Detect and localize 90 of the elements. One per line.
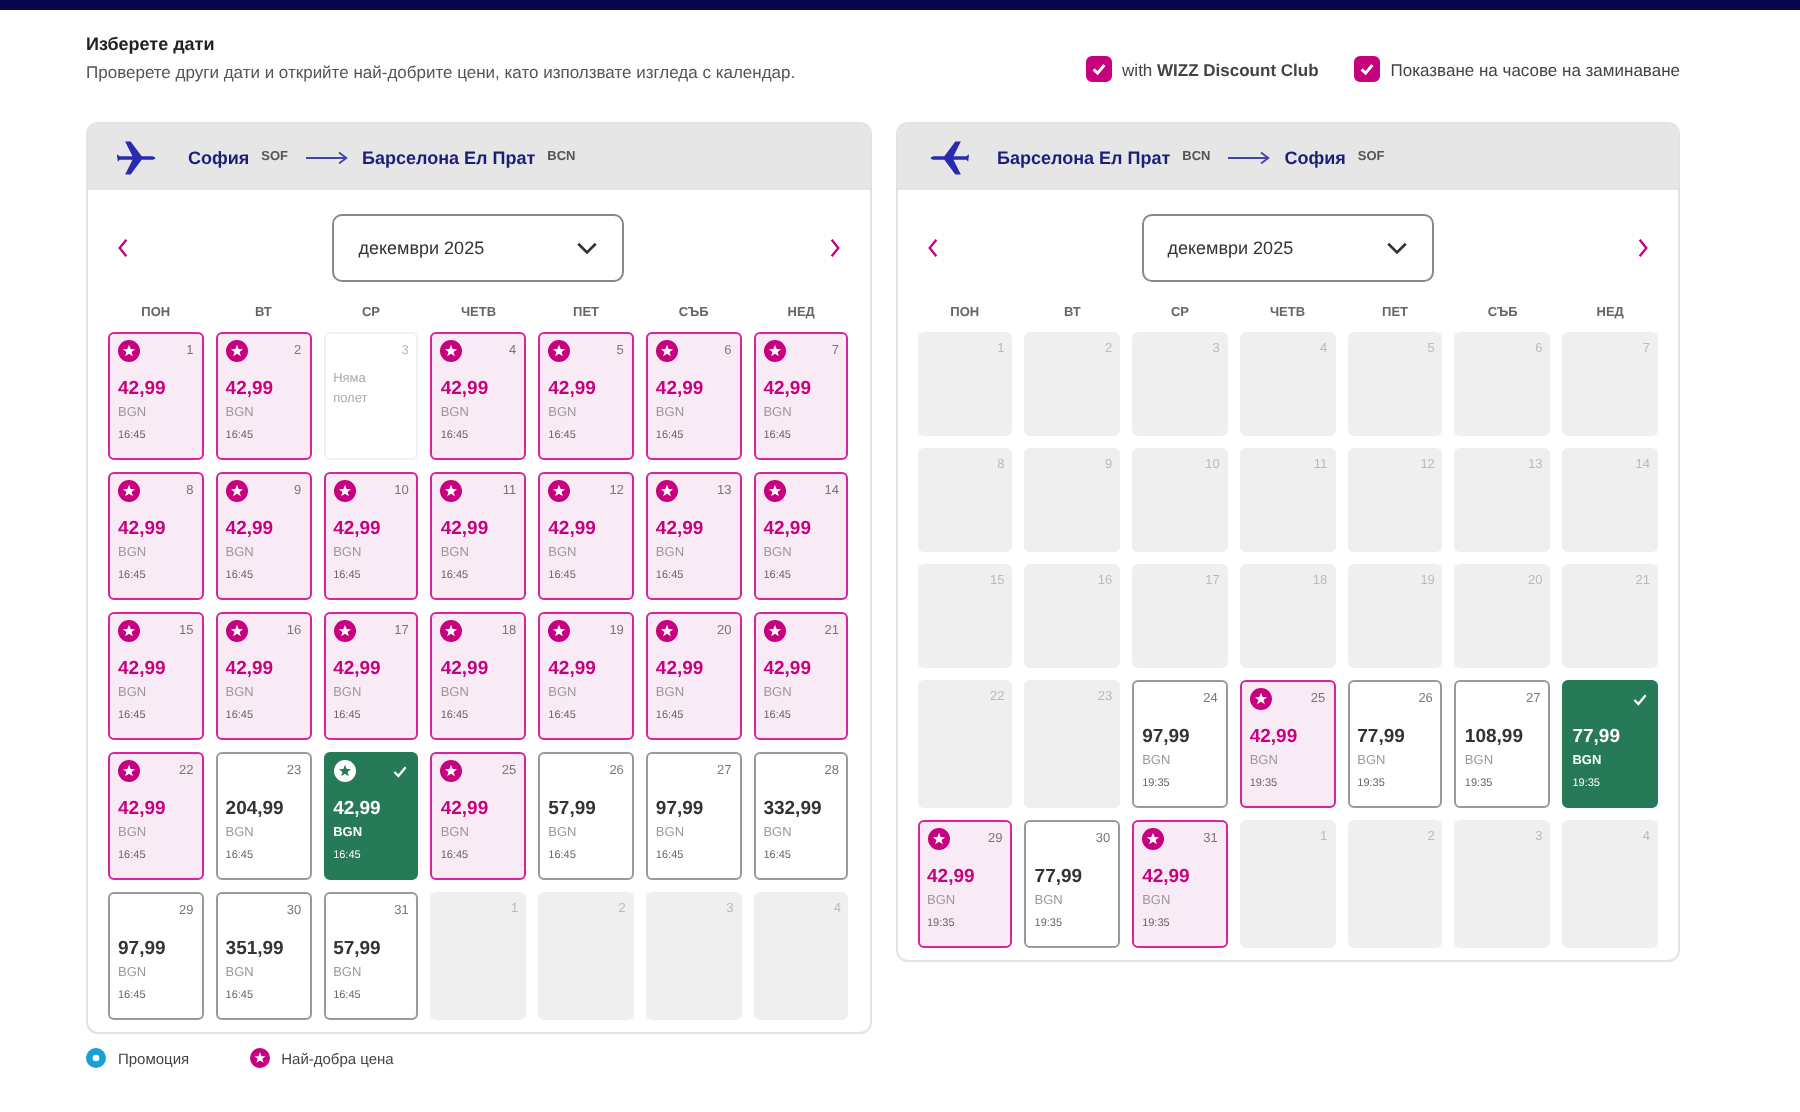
star-badge-icon [118, 340, 140, 362]
price: 42,99 [333, 658, 383, 680]
price: 42,99 [440, 798, 491, 820]
price: 42,99 [763, 658, 813, 680]
star-badge-icon [225, 620, 248, 642]
star-badge-icon [763, 480, 786, 502]
price: 42,99 [1142, 866, 1192, 888]
promo-icon [86, 1048, 106, 1068]
price: 42,99 [440, 518, 491, 540]
checkmark-icon [392, 763, 409, 779]
chevron-down-icon [576, 241, 599, 255]
price: 351,99 [225, 938, 286, 960]
star-badge-icon [249, 1048, 270, 1068]
price: 97,99 [1142, 726, 1192, 748]
star-badge-icon [548, 620, 571, 642]
star-badge-icon [763, 340, 786, 362]
price: 42,99 [440, 658, 491, 680]
origin-city: София [188, 147, 250, 167]
checkbox-label: Показване на часове на заминаване [1390, 59, 1680, 79]
checkmark-icon [1631, 691, 1648, 707]
star-badge-icon [763, 620, 786, 642]
star-badge-icon [118, 480, 140, 502]
price: 42,99 [118, 658, 168, 680]
checkbox[interactable] [1354, 56, 1381, 82]
price: 77,99 [1034, 866, 1085, 888]
chevron-left-icon [925, 238, 939, 258]
star-badge-icon [333, 620, 356, 642]
star-badge-icon [548, 480, 571, 502]
section-title: Изберете дати [86, 34, 217, 54]
star-badge-icon [1249, 688, 1272, 710]
star-badge-icon [548, 340, 571, 362]
destination-city: Барселона Ел Прат [362, 147, 536, 167]
star-badge-icon [1142, 828, 1165, 850]
checkmark-icon [1358, 60, 1377, 78]
checkbox[interactable] [1086, 56, 1113, 82]
price: 42,99 [763, 378, 813, 400]
price: 97,99 [118, 938, 168, 960]
month-dropdown[interactable]: декември 2025 [332, 214, 625, 282]
star-badge-icon [225, 480, 248, 502]
price: 77,99 [1357, 726, 1407, 748]
chevron-right-icon [827, 238, 841, 258]
section-description: Проверете други дати и открийте най-добрите цени, като използвате изгледа с календар. [86, 60, 798, 86]
price: 57,99 [548, 798, 598, 820]
price: 42,99 [440, 378, 491, 400]
price: 42,99 [333, 798, 383, 820]
star-badge-icon [440, 480, 463, 502]
star-badge-icon [440, 340, 463, 362]
price: 42,99 [655, 378, 706, 400]
star-badge-icon [655, 480, 678, 502]
checkbox-label: with WIZZ Discount Club [1122, 59, 1319, 79]
price: 42,99 [118, 798, 168, 820]
price: 204,99 [225, 798, 286, 820]
chevron-down-icon [1385, 241, 1408, 255]
price: 42,99 [548, 378, 598, 400]
star-badge-icon [440, 760, 463, 782]
price: 42,99 [225, 518, 276, 540]
price: 97,99 [655, 798, 706, 820]
price: 42,99 [225, 658, 276, 680]
star-badge-icon [333, 480, 356, 502]
price: 42,99 [927, 866, 977, 888]
chevron-left-icon [116, 238, 130, 258]
price: 42,99 [118, 378, 168, 400]
arrow-icon [306, 149, 351, 165]
price: 332,99 [763, 798, 824, 820]
price: 57,99 [333, 938, 383, 960]
price: 42,99 [548, 518, 598, 540]
destination-city: София [1284, 147, 1346, 167]
price: 42,99 [118, 518, 168, 540]
star-badge-icon [440, 620, 463, 642]
price: 42,99 [333, 518, 383, 540]
checkmark-icon [1090, 60, 1109, 78]
price: 42,99 [1249, 726, 1300, 748]
origin-city: Барселона Ел Прат [997, 147, 1171, 167]
star-badge-icon [927, 828, 949, 850]
price: 42,99 [225, 378, 276, 400]
chevron-right-icon [1636, 238, 1650, 258]
star-badge-icon [118, 760, 140, 782]
month-dropdown[interactable]: декември 2025 [1141, 214, 1434, 282]
star-badge-icon [225, 340, 248, 362]
price: 42,99 [655, 658, 706, 680]
star-badge-icon [333, 760, 356, 782]
star-badge-icon [118, 620, 140, 642]
price: 77,99 [1572, 726, 1622, 748]
arrow-icon [1228, 149, 1273, 165]
star-badge-icon [655, 340, 678, 362]
price: 42,99 [763, 518, 813, 540]
price: 108,99 [1464, 726, 1525, 748]
price: 42,99 [655, 518, 706, 540]
price: 42,99 [548, 658, 598, 680]
star-badge-icon [655, 620, 678, 642]
